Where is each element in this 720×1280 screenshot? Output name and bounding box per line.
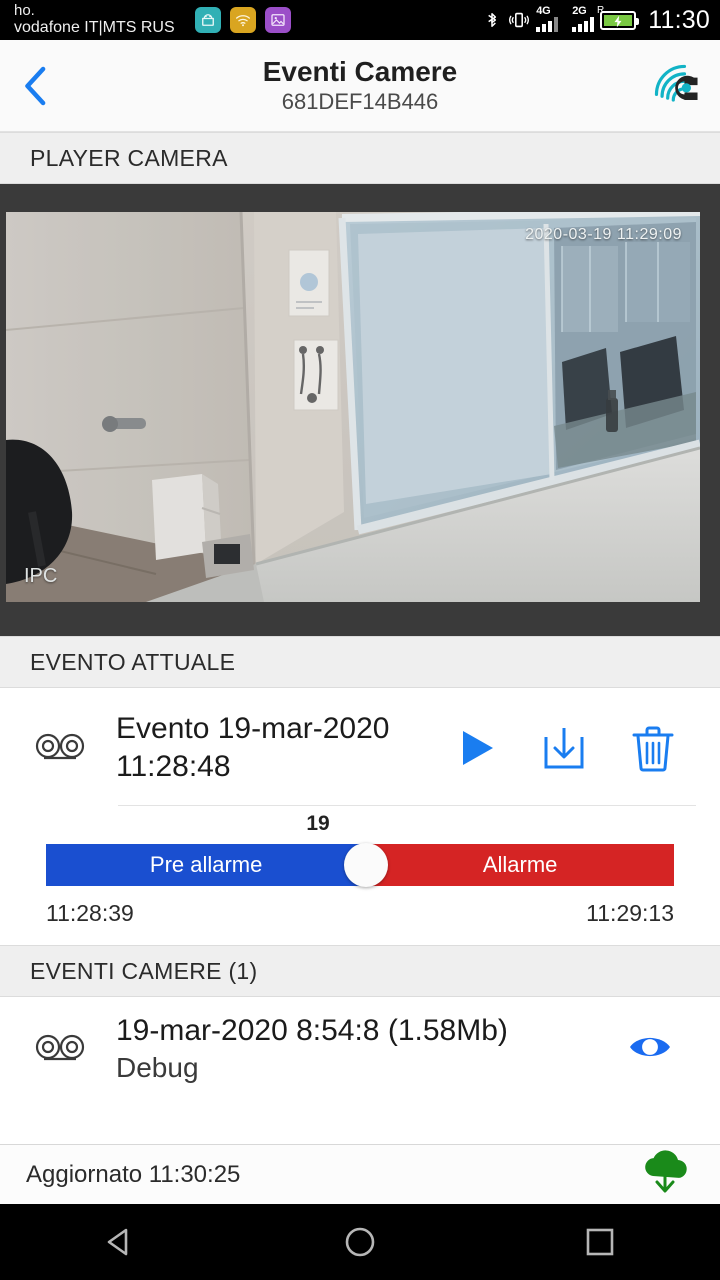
app-header: Eventi Camere 681DEF14B446 <box>0 40 720 132</box>
signal-icon-4g: 4G <box>536 5 559 32</box>
eye-icon <box>630 1037 670 1056</box>
back-button[interactable] <box>0 63 72 109</box>
tape-reel-icon <box>24 1032 96 1066</box>
signal-icon-2g: 2G R <box>572 5 604 32</box>
play-icon <box>463 730 493 765</box>
alarm-label: Allarme <box>482 852 558 877</box>
timeline-pre-alarm-segment: Pre allarme <box>46 844 367 886</box>
section-title-player: PLAYER CAMERA <box>30 144 228 171</box>
last-updated-text: Aggiornato 11:30:25 <box>26 1160 241 1188</box>
nav-back-icon <box>107 1228 128 1256</box>
bluetooth-icon <box>488 13 497 27</box>
alarm-timeline: 19 Pre allarme Allarme 11:28:39 11:29:13 <box>0 806 720 945</box>
carrier-line-2: vodafone IT|MTS RUS <box>14 19 175 37</box>
vibrate-icon <box>509 12 530 28</box>
video-frame[interactable]: 2020-03-19 11:29:09 IPC <box>6 212 700 602</box>
network-type-2: 2G <box>572 5 587 17</box>
download-button[interactable] <box>540 723 588 773</box>
delete-button[interactable] <box>630 722 676 774</box>
phone-screen: ho. vodafone IT|MTS RUS 4G 2G R 11:30 Ev… <box>0 0 720 1280</box>
video-timestamp-overlay: 2020-03-19 11:29:09 <box>525 226 682 243</box>
nav-recents-icon <box>586 1228 614 1256</box>
download-icon <box>544 727 584 768</box>
list-item-sublabel: Debug <box>116 1052 199 1084</box>
timeline-slider-thumb[interactable] <box>344 843 389 887</box>
view-button[interactable] <box>628 1031 696 1068</box>
photo-icon <box>264 7 291 33</box>
timeline-alarm-segment: Allarme <box>366 844 674 886</box>
current-event-row[interactable]: Evento 19-mar-2020 11:28:48 <box>0 688 720 805</box>
carrier-line-1: ho. <box>14 2 35 20</box>
android-icon <box>194 7 221 33</box>
device-id: 681DEF14B446 <box>281 88 439 114</box>
status-bar-right: 4G 2G R 11:30 <box>482 5 710 35</box>
timeline-slider[interactable]: Pre allarme Allarme <box>46 843 674 887</box>
section-title-camera-events: EVENTI CAMERE (1) <box>30 957 258 984</box>
section-current-event: EVENTO ATTUALE <box>0 636 720 688</box>
header-titles: Eventi Camere 681DEF14B446 <box>0 56 720 116</box>
app-logo-button[interactable] <box>634 57 720 115</box>
timeline-end-time: 11:29:13 <box>586 900 674 926</box>
network-type-1: 4G <box>536 5 551 17</box>
status-bar-clock: 11:30 <box>648 5 710 34</box>
current-event-actions <box>456 722 696 774</box>
timeline-times: 11:28:39 11:29:13 <box>46 900 674 927</box>
notification-icons <box>194 7 291 33</box>
trash-icon <box>632 726 674 771</box>
wifi-icon <box>229 7 256 33</box>
battery-charging-icon <box>600 10 640 30</box>
pre-alarm-label: Pre allarme <box>149 852 263 877</box>
carrier-info: ho. vodafone IT|MTS RUS <box>14 2 175 37</box>
tape-reel-icon <box>24 731 96 765</box>
timeline-value-label: 19 <box>306 812 330 835</box>
cloud-download-icon <box>645 1150 687 1193</box>
section-player-camera: PLAYER CAMERA <box>0 132 720 184</box>
list-item-text: 19-mar-2020 8:54:8 (1.58Mb) Debug <box>96 1011 628 1086</box>
nav-home-icon <box>345 1227 375 1257</box>
nav-back-button[interactable] <box>60 1204 180 1280</box>
android-nav-bar <box>0 1204 720 1280</box>
list-item-label: 19-mar-2020 8:54:8 (1.58Mb) <box>116 1014 508 1048</box>
android-status-bar: ho. vodafone IT|MTS RUS 4G 2G R 11:30 <box>0 0 720 40</box>
sync-button[interactable] <box>636 1146 694 1203</box>
app-logo-icon <box>654 64 698 102</box>
play-button[interactable] <box>456 726 498 770</box>
video-player-container[interactable]: 2020-03-19 11:29:09 IPC <box>0 184 720 636</box>
video-still <box>6 212 700 602</box>
nav-recents-button[interactable] <box>540 1204 660 1280</box>
section-title-current-event: EVENTO ATTUALE <box>30 648 236 675</box>
nav-home-button[interactable] <box>300 1204 420 1280</box>
list-item[interactable]: 19-mar-2020 8:54:8 (1.58Mb) Debug <box>0 997 720 1085</box>
timeline-start-time: 11:28:39 <box>46 900 134 926</box>
current-event-label: Evento 19-mar-2020 11:28:48 <box>116 712 390 783</box>
status-footer: Aggiornato 11:30:25 <box>0 1144 720 1204</box>
chevron-left-icon <box>25 66 46 105</box>
section-camera-events: EVENTI CAMERE (1) <box>0 945 720 997</box>
video-channel-label: IPC <box>24 565 58 587</box>
page-title: Eventi Camere <box>262 55 458 87</box>
